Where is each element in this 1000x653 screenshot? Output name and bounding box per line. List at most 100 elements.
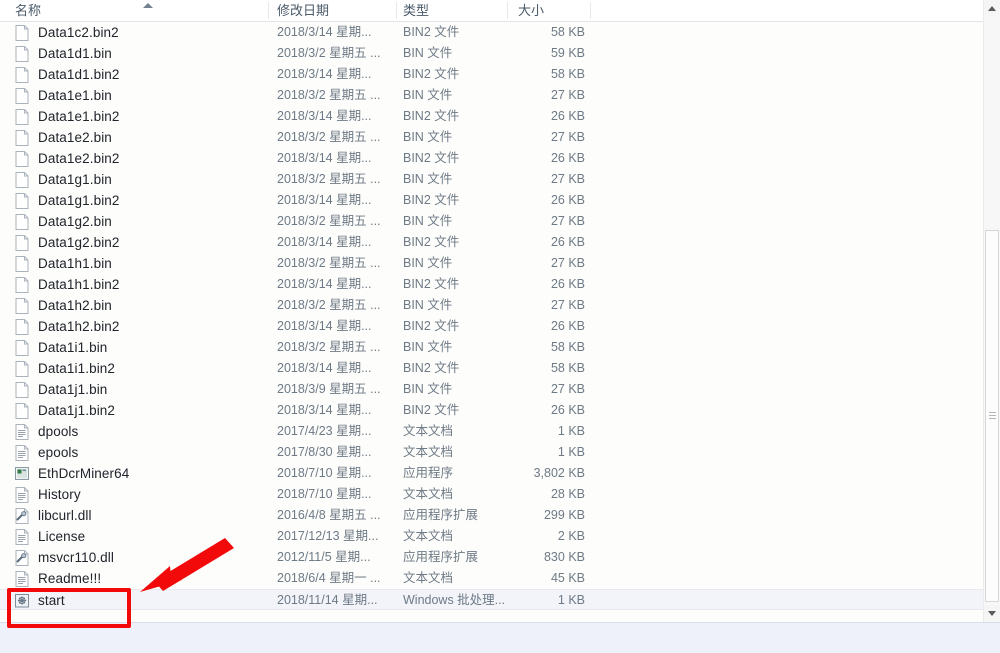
blank-file-icon (15, 109, 29, 125)
file-date-cell: 2018/3/2 星期五 ... (277, 214, 381, 228)
file-row[interactable]: dpools 2017/4/23 星期... 文本文档 1 KB (0, 421, 983, 442)
file-size-cell: 1 KB (557, 445, 585, 459)
file-row[interactable]: Data1e2.bin 2018/3/2 星期五 ... BIN 文件 27 KB (0, 127, 983, 148)
file-row[interactable]: Data1c2.bin2 2018/3/14 星期... BIN2 文件 58 KB (0, 22, 983, 43)
column-header-type[interactable]: 类型 (403, 0, 499, 21)
column-header-date[interactable]: 修改日期 (277, 0, 389, 21)
blank-file-icon (15, 298, 29, 314)
file-row[interactable]: History 2018/7/10 星期... 文本文档 28 KB (0, 484, 983, 505)
file-type-cell: BIN 文件 (403, 298, 453, 312)
text-file-icon (15, 571, 29, 587)
file-size-cell: 830 KB (543, 550, 585, 564)
file-row[interactable]: EthDcrMiner64 2018/7/10 星期... 应用程序 3,802 KB (0, 463, 983, 484)
file-row[interactable]: Data1g1.bin2 2018/3/14 星期... BIN2 文件 26 KB (0, 190, 983, 211)
file-name-cell: Data1d1.bin (38, 46, 112, 61)
vertical-scrollbar[interactable] (983, 0, 1000, 622)
column-divider-3[interactable] (507, 2, 508, 19)
file-date-cell: 2018/3/9 星期五 ... (277, 382, 381, 396)
file-type-cell: BIN 文件 (403, 46, 453, 60)
file-size-cell: 58 KB (550, 361, 585, 375)
blank-file-icon (15, 361, 29, 377)
file-type-cell: BIN 文件 (403, 256, 453, 270)
file-size-cell: 3,802 KB (533, 466, 585, 480)
file-row[interactable]: Data1h2.bin2 2018/3/14 星期... BIN2 文件 26 KB (0, 316, 983, 337)
column-divider-2[interactable] (396, 2, 397, 19)
file-name-cell: Data1h2.bin2 (38, 319, 120, 334)
file-name-cell: Data1i1.bin (38, 340, 108, 355)
file-list-pane: 名称 修改日期 类型 大小 Data1c2.bin2 2018/3/14 星期..… (0, 0, 983, 622)
file-size-cell: 1 KB (557, 424, 585, 438)
file-date-cell: 2018/3/14 星期... (277, 67, 372, 81)
file-row[interactable]: Data1j1.bin2 2018/3/14 星期... BIN2 文件 26 KB (0, 400, 983, 421)
scroll-down-button[interactable] (984, 605, 1000, 622)
blank-file-icon (15, 403, 29, 419)
chevron-up-icon (988, 6, 996, 11)
file-row[interactable]: Data1h1.bin2 2018/3/14 星期... BIN2 文件 26 KB (0, 274, 983, 295)
file-date-cell: 2018/3/14 星期... (277, 403, 372, 417)
file-row[interactable]: License 2017/12/13 星期... 文本文档 2 KB (0, 526, 983, 547)
file-name-cell: Data1d1.bin2 (38, 67, 120, 82)
column-divider-4[interactable] (590, 2, 591, 19)
file-date-cell: 2018/3/2 星期五 ... (277, 130, 381, 144)
file-name-cell: dpools (38, 424, 79, 439)
file-row[interactable]: Data1g2.bin 2018/3/2 星期五 ... BIN 文件 27 KB (0, 211, 983, 232)
file-type-cell: 文本文档 (403, 424, 454, 438)
file-row[interactable]: Data1d1.bin 2018/3/2 星期五 ... BIN 文件 59 KB (0, 43, 983, 64)
file-row[interactable]: Data1g1.bin 2018/3/2 星期五 ... BIN 文件 27 KB (0, 169, 983, 190)
file-row[interactable]: msvcr110.dll 2012/11/5 星期... 应用程序扩展 830 KB (0, 547, 983, 568)
file-row[interactable]: libcurl.dll 2016/4/8 星期五 ... 应用程序扩展 299 KB (0, 505, 983, 526)
file-date-cell: 2018/3/2 星期五 ... (277, 172, 381, 186)
column-divider-1[interactable] (268, 2, 269, 19)
file-row[interactable]: epools 2017/8/30 星期... 文本文档 1 KB (0, 442, 983, 463)
file-name-cell: License (38, 529, 86, 544)
text-file-icon (15, 424, 29, 440)
blank-file-icon (15, 340, 29, 356)
file-row[interactable]: Data1j1.bin 2018/3/9 星期五 ... BIN 文件 27 KB (0, 379, 983, 400)
file-name-cell: History (38, 487, 81, 502)
file-type-cell: BIN2 文件 (403, 109, 460, 123)
file-name-cell: epools (38, 445, 79, 460)
blank-file-icon (15, 46, 29, 62)
file-row[interactable]: start 2018/11/14 星期... Windows 批处理... 1 KB (0, 589, 983, 610)
file-size-cell: 27 KB (550, 214, 585, 228)
file-name-cell: Data1g2.bin (38, 214, 112, 229)
file-size-cell: 27 KB (550, 130, 585, 144)
scroll-up-button[interactable] (984, 0, 1000, 17)
blank-file-icon (15, 319, 29, 335)
file-size-cell: 26 KB (550, 277, 585, 291)
file-date-cell: 2018/3/2 星期五 ... (277, 88, 381, 102)
file-row[interactable]: Data1i1.bin 2018/3/2 星期五 ... BIN 文件 58 KB (0, 337, 983, 358)
file-row[interactable]: Data1g2.bin2 2018/3/14 星期... BIN2 文件 26 KB (0, 232, 983, 253)
file-row[interactable]: Data1e1.bin 2018/3/2 星期五 ... BIN 文件 27 KB (0, 85, 983, 106)
file-type-cell: BIN2 文件 (403, 277, 460, 291)
file-row[interactable]: Data1h1.bin 2018/3/2 星期五 ... BIN 文件 27 KB (0, 253, 983, 274)
blank-file-icon (15, 193, 29, 209)
file-size-cell: 27 KB (550, 88, 585, 102)
file-size-cell: 26 KB (550, 151, 585, 165)
file-size-cell: 27 KB (550, 382, 585, 396)
scrollbar-thumb[interactable] (985, 230, 999, 602)
file-explorer-window: 名称 修改日期 类型 大小 Data1c2.bin2 2018/3/14 星期..… (0, 0, 1000, 653)
file-size-cell: 26 KB (550, 403, 585, 417)
file-size-cell: 1 KB (557, 593, 585, 607)
file-date-cell: 2018/3/14 星期... (277, 361, 372, 375)
file-size-cell: 26 KB (550, 235, 585, 249)
file-row[interactable]: Data1e2.bin2 2018/3/14 星期... BIN2 文件 26 KB (0, 148, 983, 169)
blank-file-icon (15, 172, 29, 188)
file-row[interactable]: Data1d1.bin2 2018/3/14 星期... BIN2 文件 58 KB (0, 64, 983, 85)
file-row[interactable]: Data1i1.bin2 2018/3/14 星期... BIN2 文件 58 KB (0, 358, 983, 379)
column-header-size[interactable]: 大小 (518, 0, 580, 21)
file-row[interactable]: Data1e1.bin2 2018/3/14 星期... BIN2 文件 26 KB (0, 106, 983, 127)
file-type-cell: 应用程序 (403, 466, 454, 480)
file-type-cell: BIN 文件 (403, 88, 453, 102)
file-type-cell: 文本文档 (403, 571, 454, 585)
file-type-cell: BIN2 文件 (403, 403, 460, 417)
file-name-cell: Data1j1.bin2 (38, 403, 116, 418)
column-header-name[interactable]: 名称 (15, 0, 145, 21)
file-row[interactable]: Data1h2.bin 2018/3/2 星期五 ... BIN 文件 27 KB (0, 295, 983, 316)
blank-file-icon (15, 88, 29, 104)
blank-file-icon (15, 67, 29, 83)
file-row[interactable]: Readme!!! 2018/6/4 星期一 ... 文本文档 45 KB (0, 568, 983, 589)
file-date-cell: 2018/3/14 星期... (277, 193, 372, 207)
blank-file-icon (15, 25, 29, 41)
